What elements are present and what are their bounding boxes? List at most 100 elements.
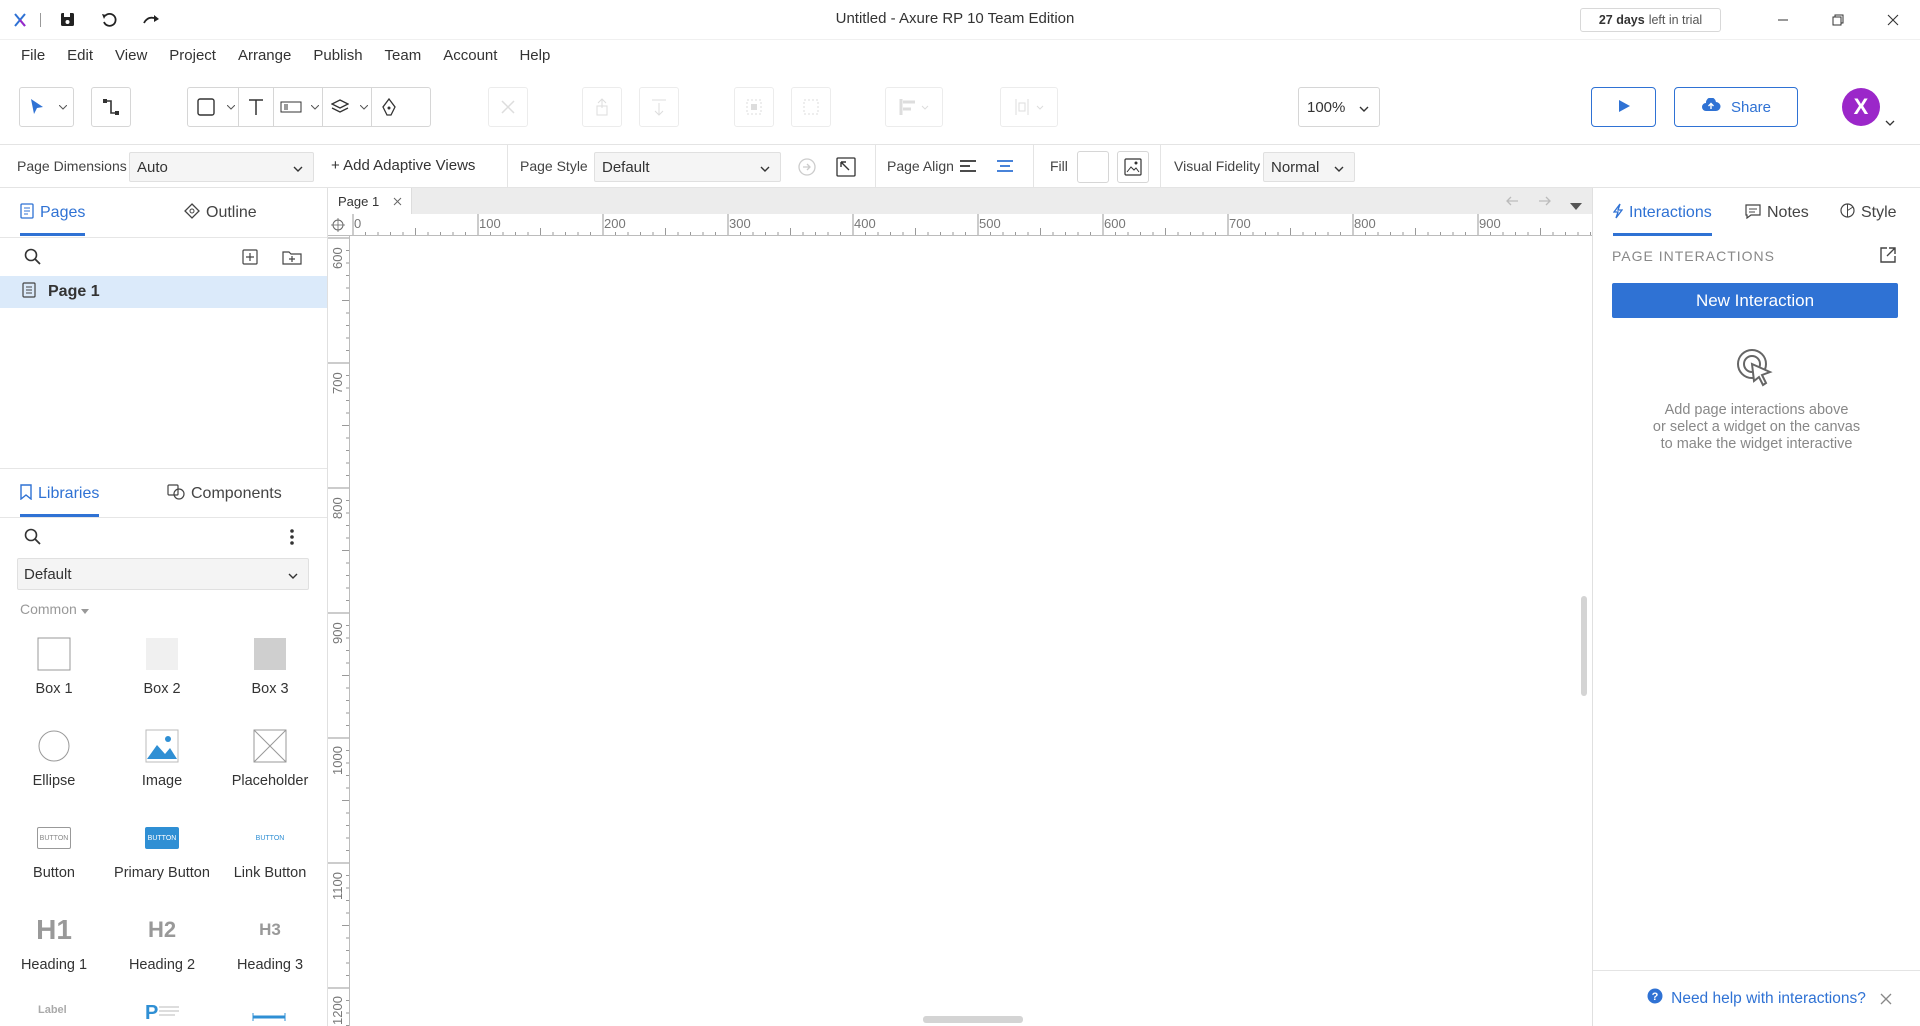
style-reset-icon[interactable] (797, 157, 817, 180)
page-dimensions-select[interactable]: Auto (129, 152, 314, 182)
more-options-icon[interactable] (289, 528, 295, 549)
close-icon[interactable] (1880, 992, 1892, 1010)
chevron-down-icon[interactable] (357, 88, 371, 126)
widget-placeholder[interactable]: Placeholder (216, 723, 324, 789)
widget-primary-button[interactable]: BUTTON Primary Button (108, 815, 216, 881)
save-icon[interactable] (49, 4, 85, 36)
send-back-icon[interactable] (639, 87, 679, 127)
points-icon[interactable] (488, 87, 528, 127)
tab-style-label: Style (1861, 204, 1897, 221)
help-link[interactable]: Need help with interactions? (1671, 990, 1866, 1008)
widget-box3[interactable]: Box 3 (216, 631, 324, 697)
widget-button[interactable]: BUTTON Button (0, 815, 108, 881)
widget-box2[interactable]: Box 2 (108, 631, 216, 697)
undo-icon[interactable] (91, 4, 127, 36)
distribute-icon[interactable] (1000, 87, 1058, 127)
open-external-icon[interactable] (1879, 246, 1897, 267)
menu-file[interactable]: File (10, 40, 56, 70)
widget-heading2[interactable]: H2 Heading 2 (108, 907, 216, 973)
menu-view[interactable]: View (104, 40, 158, 70)
redo-icon[interactable] (133, 4, 169, 36)
ungroup-icon[interactable] (791, 87, 831, 127)
caret-down-icon[interactable] (1570, 197, 1582, 213)
library-section-header[interactable]: Common (20, 601, 89, 617)
preview-button[interactable] (1591, 87, 1656, 127)
horizontal-scrollbar[interactable] (923, 1016, 1023, 1023)
fill-color-swatch[interactable] (1077, 151, 1109, 183)
ruler-horizontal[interactable]: 0 100 200 300 400 500 600 700 800 900 (328, 214, 1592, 236)
menu-project[interactable]: Project (158, 40, 227, 70)
add-folder-icon[interactable] (282, 249, 302, 268)
menu-team[interactable]: Team (374, 40, 433, 70)
select-tool[interactable] (19, 87, 74, 127)
widget-heading3[interactable]: H3 Heading 3 (216, 907, 324, 973)
arrow-right-icon[interactable] (1538, 194, 1552, 210)
chevron-down-icon[interactable] (308, 88, 322, 126)
menu-account[interactable]: Account (432, 40, 508, 70)
arrow-left-icon[interactable] (1505, 194, 1519, 210)
widget-ellipse[interactable]: Ellipse (0, 723, 108, 789)
menu-edit[interactable]: Edit (56, 40, 104, 70)
tab-pages[interactable]: Pages (20, 188, 86, 238)
connector-icon[interactable] (103, 88, 119, 126)
page-style-select[interactable]: Default (594, 152, 781, 182)
share-button[interactable]: Share (1674, 87, 1798, 127)
library-select[interactable]: Default (17, 558, 309, 590)
label-widget-icon[interactable]: Label (38, 1004, 67, 1016)
restore-icon[interactable] (1810, 0, 1865, 40)
paragraph-widget-icon[interactable]: P (145, 1001, 181, 1024)
fill-image-icon[interactable] (1117, 151, 1149, 183)
visual-fidelity-select[interactable]: Normal (1263, 152, 1355, 182)
chevron-down-icon[interactable] (1885, 113, 1895, 129)
style-edit-icon[interactable] (836, 157, 856, 180)
canvas-area[interactable]: Page 1 0 100 200 300 400 500 600 700 800… (328, 188, 1592, 1026)
pointer-icon[interactable] (20, 88, 54, 126)
align-icon[interactable] (885, 87, 943, 127)
zoom-select[interactable]: 100% (1298, 87, 1380, 127)
ruler-vertical[interactable]: 600 700 800 900 1000 1100 1200 (328, 236, 350, 1026)
align-center-icon[interactable] (996, 159, 1014, 176)
menu-arrange[interactable]: Arrange (227, 40, 302, 70)
widget-link-button[interactable]: BUTTON Link Button (216, 815, 324, 882)
menu-help[interactable]: Help (508, 40, 561, 70)
avatar[interactable]: X (1842, 88, 1880, 126)
tab-libraries[interactable]: Libraries (20, 469, 100, 519)
chevron-down-icon[interactable] (54, 88, 72, 126)
page-item[interactable]: Page 1 (0, 276, 327, 308)
pen-icon[interactable] (372, 88, 406, 126)
tab-interactions[interactable]: Interactions (1612, 188, 1712, 238)
add-page-icon[interactable] (242, 249, 258, 268)
align-left-icon[interactable] (959, 159, 977, 176)
trial-badge[interactable]: 27 days left in trial (1580, 8, 1721, 32)
tab-outline[interactable]: Outline (184, 188, 257, 238)
tab-notes[interactable]: Notes (1745, 188, 1809, 238)
tab-components[interactable]: Components (167, 469, 282, 519)
text-icon[interactable] (239, 88, 273, 126)
vertical-scrollbar[interactable] (1581, 596, 1587, 696)
add-adaptive-views-button[interactable]: + Add Adaptive Views (331, 157, 475, 174)
rectangle-icon[interactable] (188, 88, 224, 126)
widget-image[interactable]: Image (108, 723, 216, 789)
group-icon[interactable] (734, 87, 774, 127)
search-icon[interactable] (24, 248, 42, 269)
search-icon[interactable] (24, 528, 42, 549)
chevron-down-icon[interactable] (224, 88, 238, 126)
connector-tool[interactable] (91, 87, 131, 127)
ruler-origin-icon[interactable] (331, 218, 345, 235)
widget-box1[interactable]: Box 1 (0, 631, 108, 697)
horizontal-line-icon[interactable] (252, 1008, 286, 1024)
widget-label: Box 1 (35, 681, 73, 697)
ruler-label: 1200 (330, 996, 345, 1025)
tab-style[interactable]: Style (1840, 188, 1897, 238)
minimize-icon[interactable] (1755, 0, 1810, 40)
ruler-label: 300 (729, 216, 751, 231)
widget-heading1[interactable]: H1 Heading 1 (0, 907, 108, 973)
layers-icon[interactable] (323, 88, 357, 126)
input-icon[interactable] (274, 88, 308, 126)
close-tab-icon[interactable] (393, 194, 402, 209)
bring-front-icon[interactable] (582, 87, 622, 127)
menu-publish[interactable]: Publish (302, 40, 373, 70)
close-icon[interactable] (1865, 0, 1920, 40)
new-interaction-button[interactable]: New Interaction (1612, 283, 1898, 318)
document-tab[interactable]: Page 1 (328, 188, 412, 214)
